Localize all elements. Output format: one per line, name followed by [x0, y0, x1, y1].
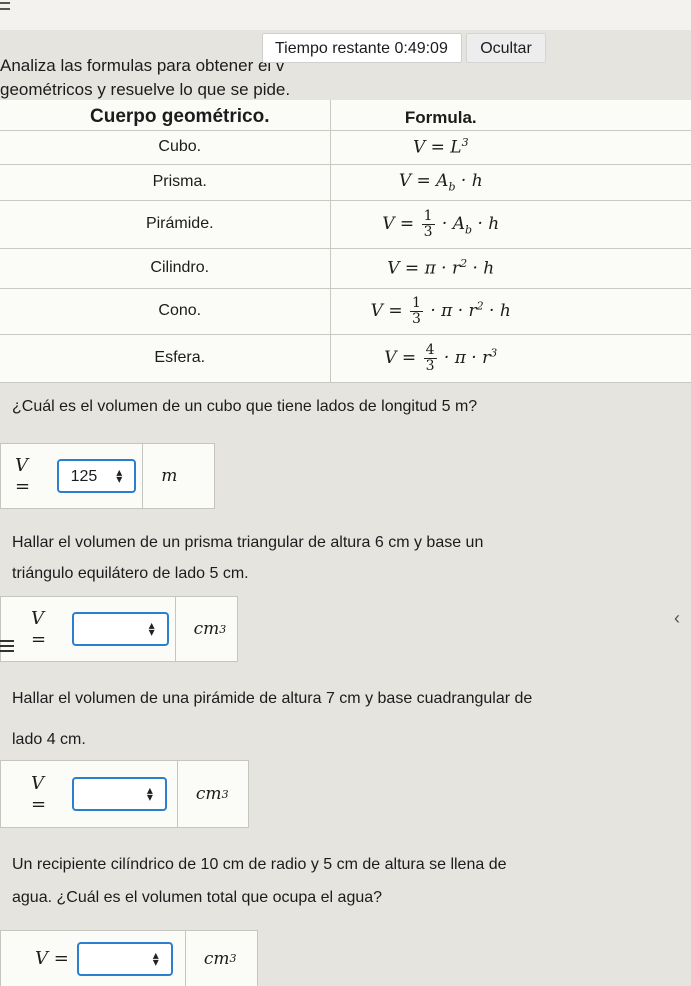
unit-label: m — [142, 444, 214, 508]
unit-label: cm 3 — [176, 761, 248, 827]
hide-timer-button[interactable]: Ocultar — [466, 33, 546, 63]
formula-cell: V = π · r2 · h — [330, 248, 691, 289]
table-row: Esfera. V = 43 · π · r3 — [0, 334, 691, 383]
question-text: ¿Cuál es el volumen de un cubo que tiene… — [12, 398, 478, 415]
answer-value: 125 — [70, 468, 98, 485]
formula-table: Cuerpo geométrico. Formula. Cubo. V = L3… — [0, 100, 691, 383]
v-label: V = — [35, 948, 69, 969]
question-text: agua. ¿Cuál es el volumen total que ocup… — [12, 889, 383, 906]
answer-box: V = ▴ ▾ cm 3 — [0, 596, 238, 662]
formula-cell: V = 13 · Ab · h — [330, 200, 691, 249]
answer-input[interactable]: ▴ ▾ — [72, 777, 167, 811]
answer-box: V = 125 ▴ ▾ m — [0, 443, 215, 509]
intro-text: geométricos y resuelve lo que se pide. — [0, 80, 291, 99]
body-name: Prisma. — [0, 164, 331, 201]
body-name: Pirámide. — [0, 200, 331, 249]
top-bar — [0, 0, 691, 30]
body-name: Cono. — [0, 288, 331, 335]
formula-cell: V = Ab · h — [330, 164, 691, 201]
v-label: V = — [15, 455, 31, 497]
table-row: Pirámide. V = 13 · Ab · h — [0, 200, 691, 249]
table-row: Prisma. V = Ab · h — [0, 164, 691, 201]
answer-box: V = ▴ ▾ cm 3 — [0, 930, 258, 986]
table-header-formula: Formula. — [330, 100, 691, 131]
v-label: V = — [31, 773, 47, 815]
table-row: Cono. V = 13 · π · r2 · h — [0, 288, 691, 335]
timer-label: Tiempo restante — [275, 40, 391, 57]
answer-input[interactable]: ▴ ▾ — [76, 941, 173, 976]
timer-value: 0:49:09 — [394, 40, 448, 57]
question-text: lado 4 cm. — [12, 731, 86, 748]
formula-cell: V = L3 — [330, 130, 691, 165]
unit-label: cm 3 — [174, 597, 237, 661]
question-text: Un recipiente cilíndrico de 10 cm de rad… — [12, 856, 507, 873]
intro-text: Analiza las formulas para obtener el v — [0, 56, 285, 75]
hamburger-menu-icon[interactable] — [0, 2, 10, 14]
answer-box: V = ▴ ▾ cm 3 — [0, 760, 249, 828]
formula-cell: V = 43 · π · r3 — [330, 334, 691, 383]
stepper-arrows-icon[interactable]: ▴ ▾ — [149, 619, 155, 638]
answer-input[interactable]: ▴ ▾ — [71, 612, 169, 646]
timer-display: Tiempo restante 0:49:09 — [262, 33, 462, 63]
body-name: Cilindro. — [0, 248, 331, 289]
question-text: Hallar el volumen de una pirámide de alt… — [12, 690, 533, 707]
hamburger-menu-icon[interactable] — [0, 640, 14, 655]
table-row: Cubo. V = L3 — [0, 130, 691, 165]
unit-label: cm 3 — [184, 931, 255, 986]
table-row: Cilindro. V = π · r2 · h — [0, 248, 691, 289]
table-header-body: Cuerpo geométrico. — [0, 100, 331, 131]
stepper-arrows-icon[interactable]: ▴ ▾ — [153, 949, 159, 968]
chevron-left-icon[interactable]: ‹ — [674, 608, 680, 629]
body-name: Cubo. — [0, 130, 331, 165]
question-text: triángulo equilátero de lado 5 cm. — [12, 565, 249, 582]
stepper-arrows-icon[interactable]: ▴ ▾ — [147, 784, 153, 803]
body-name: Esfera. — [0, 334, 331, 383]
question-text: Hallar el volumen de un prisma triangula… — [12, 534, 484, 551]
formula-cell: V = 13 · π · r2 · h — [330, 288, 691, 335]
answer-input[interactable]: 125 ▴ ▾ — [56, 459, 137, 493]
stepper-arrows-icon[interactable]: ▴ ▾ — [116, 466, 122, 485]
